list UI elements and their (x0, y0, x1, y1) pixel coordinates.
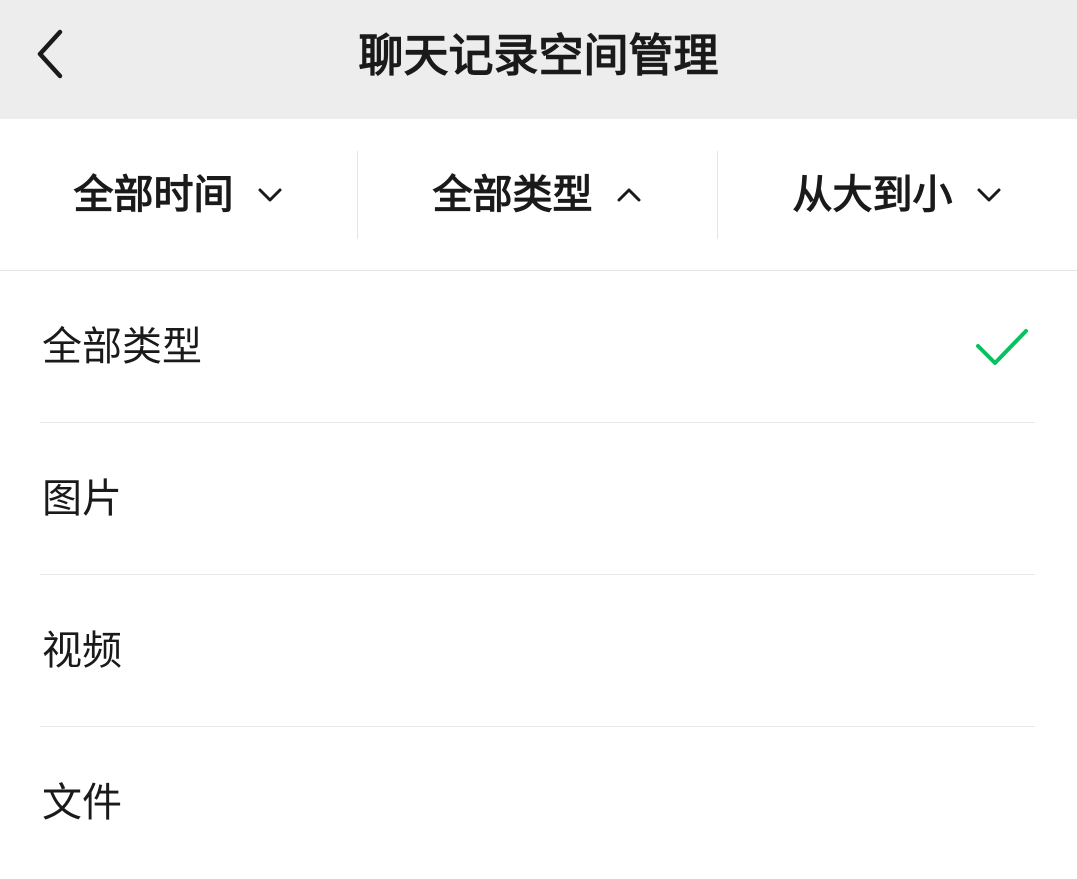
chevron-up-icon (615, 186, 643, 204)
back-button[interactable] (22, 20, 82, 88)
page-title: 聊天记录空间管理 (358, 29, 719, 82)
filter-time-dropdown[interactable]: 全部时间 (0, 119, 357, 270)
filter-type-label: 全部类型 (432, 171, 593, 218)
filter-bar: 全部时间 全部类型 从大到小 (0, 119, 1077, 271)
type-option-image[interactable]: 图片 (0, 423, 1077, 575)
type-option-label: 图片 (42, 476, 122, 522)
type-option-label: 文件 (42, 780, 122, 826)
type-option-all[interactable]: 全部类型 (0, 271, 1077, 423)
chevron-down-icon (975, 186, 1003, 204)
nav-bar: 聊天记录空间管理 (0, 0, 1077, 119)
chevron-down-icon (256, 186, 284, 204)
type-option-video[interactable]: 视频 (0, 575, 1077, 727)
type-option-file[interactable]: 文件 (0, 727, 1077, 879)
filter-time-label: 全部时间 (73, 171, 234, 218)
type-option-label: 全部类型 (42, 324, 202, 370)
type-option-label: 视频 (42, 628, 122, 674)
filter-sort-dropdown[interactable]: 从大到小 (718, 119, 1077, 270)
checkmark-icon (975, 326, 1029, 368)
filter-sort-label: 从大到小 (792, 171, 953, 218)
filter-type-dropdown[interactable]: 全部类型 (358, 119, 717, 270)
type-option-list: 全部类型 图片 视频 文件 (0, 271, 1077, 879)
chevron-left-icon (22, 20, 82, 88)
